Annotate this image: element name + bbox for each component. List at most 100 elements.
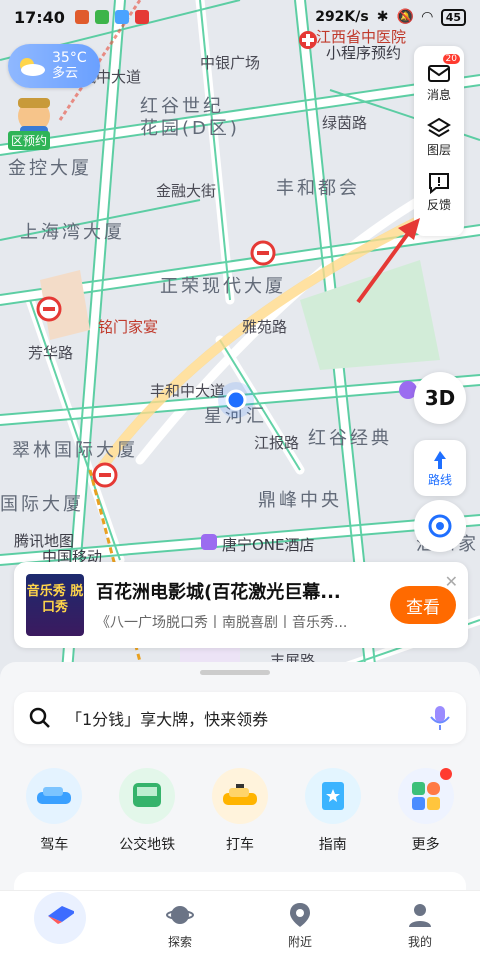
route-button[interactable]: 路线 [414,440,466,496]
map-label[interactable]: 翠林国际大厦 [12,436,138,462]
sheet-drag-handle[interactable] [200,670,270,675]
battery-indicator: 45 [440,8,466,26]
route-arrow-icon [434,450,446,469]
3d-label: 3D [424,386,456,410]
map-label[interactable]: 国际大厦 [0,490,84,516]
status-notification-icons [74,10,149,24]
quick-action-transit[interactable]: 公交地铁 [107,768,187,854]
map-label[interactable]: 雅苑路 [242,316,287,337]
notification-dot [439,768,452,780]
bus-icon [119,768,176,824]
no-entry-icon [250,240,276,266]
promo-subtitle: 《八一广场脱口秀丨南脱喜剧丨音乐秀... [96,615,348,631]
bluetooth-icon: ✱ [376,9,389,25]
map-label[interactable]: 金融大街 [156,180,216,201]
mute-icon: 🔕 [396,9,414,25]
message-button[interactable]: 20 消息 [426,54,460,103]
map-label[interactable]: 绿茵路 [322,112,367,133]
wifi-icon: ◠ [421,9,433,25]
annotation-arrow [356,218,420,304]
quick-action-label: 打车 [225,837,254,853]
tab-profile[interactable]: 我的 [380,901,460,950]
quick-action-label: 指南 [318,837,347,853]
weather-pill[interactable]: 35°C 多云 [8,44,100,88]
map-label[interactable]: 鼎峰中央 [258,486,342,512]
weather-temp: 35°C [52,50,87,66]
map-tools-panel: 20 消息 图层 反馈 [414,46,464,236]
map-label[interactable]: 小程序预约 [326,42,401,63]
layers-icon [427,117,451,138]
close-icon[interactable]: ✕ [445,572,458,591]
map-label[interactable]: 中银广场 [200,52,260,73]
weather-desc: 多云 [52,66,79,81]
map-label[interactable]: 正荣现代大厦 [160,272,286,298]
map-label[interactable]: 红谷经典 [308,424,392,450]
map-label[interactable]: 花园(D区) [140,114,240,140]
app-notification-icon [134,10,149,24]
app-notification-icon [74,10,89,24]
quick-action-taxi[interactable]: 打车 [200,768,280,854]
tab-explore[interactable]: 探索 [140,901,220,950]
promo-card[interactable]: 音乐秀 脱口秀 百花洲电影城(百花激光巨幕... 《八一广场脱口秀丨南脱喜剧丨音… [14,562,468,648]
tab-label: 探索 [167,935,192,949]
3d-toggle-button[interactable]: 3D [414,372,466,424]
hotel-icon [201,534,217,550]
app-notification-icon [94,10,109,24]
map-label[interactable]: 金控大厦 [8,154,92,180]
network-speed: 292K/s [315,9,369,25]
no-entry-icon [36,296,62,322]
tab-label: 我的 [407,935,432,949]
map-label[interactable]: 上海湾大厦 [20,218,125,244]
user-icon [409,904,431,927]
route-label: 路线 [427,472,452,487]
layers-label: 图层 [426,143,451,157]
map-label[interactable]: 丰和都会 [276,174,360,200]
map-label[interactable]: 芳华路 [28,342,73,363]
planet-icon [166,906,194,924]
promo-avatar-badge: 区预约 [8,131,51,150]
quick-action-guide[interactable]: 指南 [293,768,373,854]
status-time: 17:40 [14,7,65,27]
promo-thumbnail: 音乐秀 脱口秀 [26,574,84,636]
view-button[interactable]: 查看 [390,586,456,624]
current-location-marker [218,382,254,418]
guide-icon [304,768,361,824]
quick-action-more[interactable]: 更多 [386,768,466,854]
taxi-icon [211,768,268,824]
status-bar: 17:40 292K/s ✱ 🔕 ◠ 45 [0,0,480,34]
tab-home[interactable] [20,891,100,944]
search-bar[interactable]: 「1分钱」享大牌，快来领券 [14,692,466,744]
feedback-button[interactable]: 反馈 [426,170,452,213]
feedback-label: 反馈 [426,198,451,212]
crosshair-icon [428,514,452,538]
locate-me-button[interactable] [414,500,466,552]
quick-action-label: 公交地铁 [119,837,176,853]
microphone-icon[interactable] [428,704,452,732]
tab-label: 附近 [287,935,312,949]
quick-action-label: 更多 [411,837,440,853]
cloudy-icon [20,58,45,76]
map-label[interactable]: 铭门家宴 [98,316,158,337]
map-label[interactable]: 江报路 [254,432,299,453]
bottom-tab-bar: 探索 附近 我的 [0,890,480,960]
message-badge: 20 [442,54,460,64]
home-icon [48,905,74,924]
quick-actions: 驾车 公交地铁 打车 指南 更多 [0,768,480,854]
app-notification-icon [114,10,129,24]
promo-title: 百花洲电影城(百花激光巨幕... [96,582,341,603]
status-right: 292K/s ✱ 🔕 ◠ 45 [315,8,466,26]
location-pin-icon [290,903,310,927]
promo-avatar[interactable]: 区预约 [8,92,66,150]
feedback-icon [429,173,449,195]
search-placeholder: 「1分钱」享大牌，快来领券 [66,710,269,729]
quick-action-label: 驾车 [40,837,69,853]
tab-nearby[interactable]: 附近 [260,901,340,950]
quick-action-drive[interactable]: 驾车 [14,768,94,854]
message-label: 消息 [426,88,451,102]
map-label[interactable]: 丰和中大道 [150,380,225,401]
search-icon [29,707,50,728]
layers-button[interactable]: 图层 [426,115,452,158]
no-entry-icon [92,462,118,488]
car-icon [26,768,83,824]
map-label[interactable]: 唐宁ONE酒店 [222,534,315,555]
